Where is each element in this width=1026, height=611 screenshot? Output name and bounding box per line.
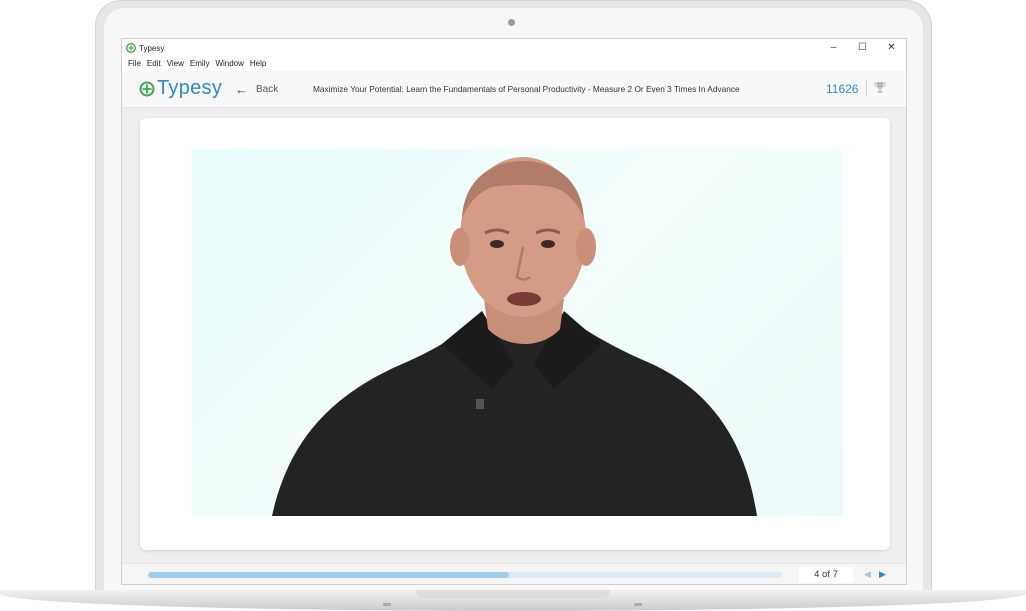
- lesson-footer: 4 of 7 ◀ ▶: [122, 563, 906, 584]
- menu-window[interactable]: Window: [212, 57, 246, 71]
- app-window: Typesy – ☐ ✕ File Edit View Emily Window…: [121, 38, 907, 585]
- app-header: Typesy ← Back Maximize Your Potential: L…: [122, 71, 906, 108]
- menu-file[interactable]: File: [125, 57, 144, 71]
- trophy-icon[interactable]: [874, 81, 886, 94]
- menu-edit[interactable]: Edit: [144, 57, 164, 71]
- laptop-foot: [383, 603, 391, 606]
- lesson-progress-fill: [148, 572, 510, 578]
- lesson-progress-bar[interactable]: [148, 572, 782, 578]
- back-label: Back: [256, 84, 279, 95]
- page-indicator: 4 of 7: [799, 567, 853, 583]
- camera-icon: [508, 19, 515, 26]
- lesson-video[interactable]: [192, 149, 843, 516]
- presenter-image: [272, 157, 757, 516]
- laptop-foot: [634, 603, 642, 606]
- typesy-app-icon: [126, 43, 136, 53]
- window-title: Typesy: [139, 44, 165, 53]
- score-counter[interactable]: 11626: [826, 82, 858, 96]
- menu-user[interactable]: Emily: [187, 57, 213, 71]
- title-bar: Typesy – ☐ ✕: [122, 39, 906, 57]
- typesy-logo-icon: [139, 81, 155, 96]
- course-title: Maximize Your Potential: Learn the Funda…: [313, 84, 740, 94]
- prev-page-button[interactable]: ◀: [864, 569, 871, 580]
- minimize-button[interactable]: –: [819, 39, 848, 57]
- maximize-button[interactable]: ☐: [848, 39, 877, 57]
- menu-bar: File Edit View Emily Window Help: [122, 57, 906, 71]
- arrow-left-icon: ←: [235, 82, 248, 97]
- back-button[interactable]: ← Back: [235, 82, 278, 97]
- window-controls: – ☐ ✕: [819, 39, 906, 57]
- laptop-notch: [416, 590, 610, 598]
- menu-view[interactable]: View: [164, 57, 187, 71]
- header-divider: [866, 79, 867, 97]
- logo-text: Typesy: [157, 77, 223, 99]
- menu-help[interactable]: Help: [247, 57, 269, 71]
- close-button[interactable]: ✕: [877, 39, 906, 57]
- lesson-card: [140, 118, 890, 550]
- next-page-button[interactable]: ▶: [879, 569, 886, 580]
- typesy-logo[interactable]: Typesy: [139, 77, 222, 100]
